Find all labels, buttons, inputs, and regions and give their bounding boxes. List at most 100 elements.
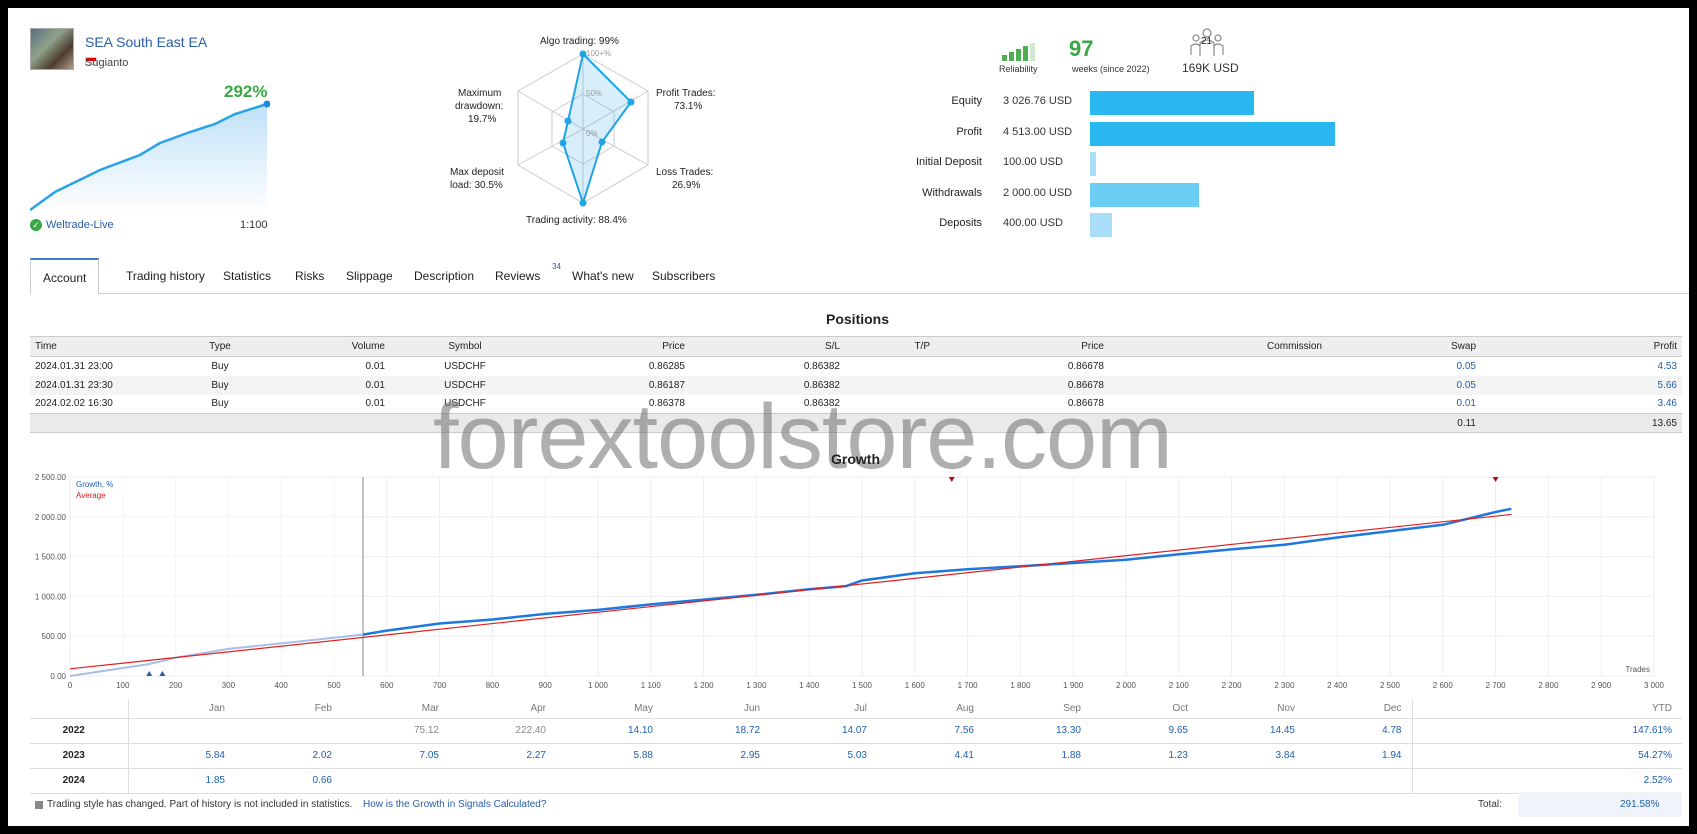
author-name[interactable]: Sugianto [85, 57, 128, 69]
month-value-cell [1091, 768, 1198, 794]
month-value-cell: 7.05 [342, 743, 449, 769]
col-sl: S/L [690, 336, 845, 357]
broker-link[interactable]: Weltrade-Live [46, 219, 114, 231]
col-price: Price [540, 336, 690, 357]
position-cell: USDCHF [444, 360, 486, 372]
x-tick-label: 1 900 [1063, 681, 1084, 690]
total-swap: 0.11 [1327, 413, 1481, 433]
month-value-cell: 2.02 [235, 743, 342, 769]
x-tick-label: 1 200 [694, 681, 715, 690]
tab-subscribers[interactable]: Subscribers [640, 258, 727, 294]
total-value: 291.58% [1620, 799, 1660, 810]
col-volume: Volume [240, 336, 390, 357]
tab-trading-history[interactable]: Trading history [114, 258, 217, 294]
x-tick-label: 1 100 [641, 681, 662, 690]
balance-value: 4 513.00 USD [1003, 125, 1073, 138]
tab-risks[interactable]: Risks [283, 258, 336, 294]
year-col-header [30, 700, 129, 719]
year-cell: 2024 [30, 768, 129, 794]
x-tick-label: 1 700 [958, 681, 979, 690]
x-tick-label: 1 600 [905, 681, 926, 690]
month-value-cell: 1.85 [128, 768, 235, 794]
radar-ring-0: 0% [586, 129, 598, 138]
month-value-cell: 3.84 [1198, 743, 1305, 769]
position-cell: 0.01 [365, 398, 385, 410]
radar-loss-label-2: 26.9% [672, 180, 701, 191]
x-tick-label: 1 800 [1010, 681, 1031, 690]
position-row: 2024.02.02 16:30 Buy 0.01 USDCHF 0.86378 0.86… [30, 395, 1682, 414]
x-tick-label: 3 000 [1644, 681, 1665, 690]
positions-header-row: Time Type Volume Symbol Price S/L T/P Pr… [30, 336, 1682, 357]
ytd-header: YTD [1411, 700, 1682, 719]
col-time: Time [30, 336, 200, 357]
monthly-header-row: Jan Feb Mar Apr May Jun Jul Aug Sep Oct Nov Dec YTD [30, 700, 1682, 719]
month-header: Sep [984, 700, 1091, 719]
tab-slippage[interactable]: Slippage [334, 258, 405, 294]
growth-calc-link[interactable]: How is the Growth in Signals Calculated? [363, 799, 546, 810]
legend-growth: Growth, % [76, 480, 113, 489]
col-type: Type [200, 336, 240, 357]
legend-average: Average [76, 491, 106, 500]
month-header: Jul [770, 700, 877, 719]
x-tick-label: 0 [68, 681, 73, 690]
position-cell: Buy [211, 398, 229, 410]
position-cell: 2024.01.31 23:30 [30, 375, 200, 395]
total-empty-cell [690, 413, 845, 433]
month-value-cell: 1.23 [1091, 743, 1198, 769]
balance-label: Withdrawals [922, 186, 982, 199]
radar-loss-label-1: Loss Trades: [656, 167, 714, 178]
tab-reviews[interactable]: Reviews [483, 258, 552, 294]
tab-account[interactable]: Account [30, 258, 100, 295]
year-cell: 2022 [30, 718, 129, 744]
x-tick-label: 2 400 [1327, 681, 1348, 690]
month-value-cell: 5.88 [556, 743, 663, 769]
history-note: Trading style has changed. Part of histo… [47, 799, 353, 810]
x-tick-label: 1 500 [852, 681, 873, 690]
tab-description[interactable]: Description [402, 258, 486, 294]
page: SEA South East EA Sugianto 292% ✓ Weltra… [8, 8, 1689, 826]
position-cell: 2024.02.02 16:30 [35, 398, 113, 410]
avatar[interactable] [30, 28, 74, 70]
month-value-cell: 9.65 [1091, 718, 1198, 744]
balance-value: 2 000.00 USD [1003, 186, 1073, 199]
month-value-cell [1305, 768, 1412, 794]
tab-statistics[interactable]: Statistics [211, 258, 283, 294]
x-tick-label: 2 200 [1222, 681, 1243, 690]
tab-whats-new[interactable]: What's new [560, 258, 646, 294]
year-row: 2023 5.84 2.02 7.05 2.27 5.88 2.95 5.03 4.41 1.88… [30, 743, 1682, 769]
month-header: Jan [128, 700, 235, 719]
x-tick-label: 2 600 [1433, 681, 1454, 690]
position-cell: 0.01 [365, 360, 385, 372]
x-tick-label: 900 [539, 681, 553, 690]
month-value-cell: 14.07 [770, 718, 877, 744]
balance-bar [1090, 182, 1199, 207]
month-value-cell: 7.56 [877, 718, 984, 744]
radar-ring-50: 50% [586, 89, 603, 98]
month-header: Jun [663, 700, 770, 719]
growth-chart[interactable]: 0 100 200 300 400 500 600 700 800 900 1 000 1 100 1 … [20, 460, 1680, 695]
mini-growth-chart [30, 100, 270, 212]
month-value-cell [128, 718, 235, 744]
x-tick-label: 2 900 [1591, 681, 1612, 690]
balance-bar [1090, 213, 1112, 237]
total-empty-cell [30, 413, 200, 433]
position-cell: Buy [211, 360, 229, 372]
position-cell [845, 357, 935, 376]
monthly-growth-table: Jan Feb Mar Apr May Jun Jul Aug Sep Oct Nov Dec YTD … [30, 700, 1682, 794]
radar-ring-100: 100+% [586, 49, 612, 58]
y-tick-label: 2 500.00 [35, 473, 67, 482]
position-cell: 0.86285 [648, 360, 685, 372]
month-value-cell: 2.95 [663, 743, 770, 769]
x-tick-label: 300 [222, 681, 236, 690]
reliability-label: Reliability [999, 64, 1038, 74]
position-cell: 0.86187 [540, 375, 690, 395]
radar-drawdown-label-2: drawdown: [455, 101, 504, 112]
month-value-cell: 5.03 [770, 743, 877, 769]
col-tp: T/P [845, 336, 935, 357]
month-value-cell [235, 718, 342, 744]
signal-name-link[interactable]: SEA South East EA [85, 34, 207, 50]
month-header: Dec [1305, 700, 1412, 719]
month-value-cell: 5.84 [128, 743, 235, 769]
total-empty-cell [845, 413, 935, 433]
month-value-cell: 222.40 [449, 718, 556, 744]
